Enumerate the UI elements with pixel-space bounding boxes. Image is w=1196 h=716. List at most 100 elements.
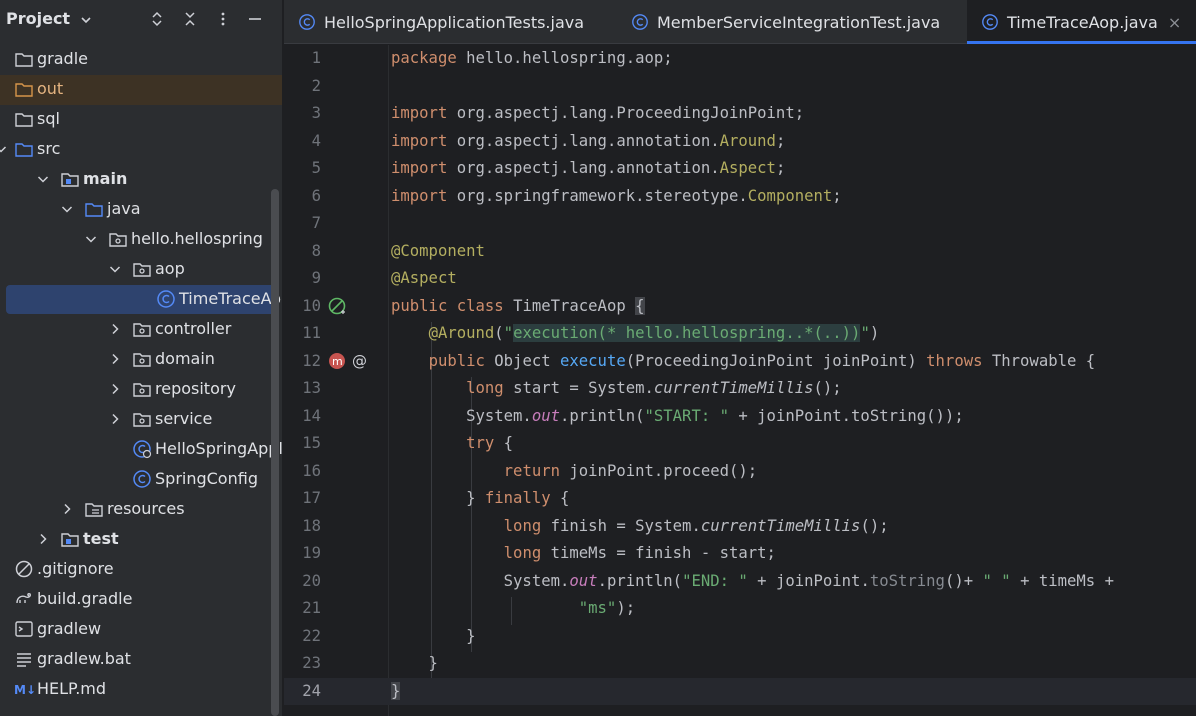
tree-item-sql[interactable]: sql (0, 105, 282, 135)
tree-item-gradle[interactable]: gradle (0, 45, 282, 75)
chevron-down-icon[interactable] (60, 202, 74, 216)
tree-item-controller[interactable]: controller (0, 315, 282, 345)
code-line[interactable]: 18 long finish = System.currentTimeMilli… (284, 513, 1196, 541)
tree-item-resources[interactable]: resources (0, 495, 282, 525)
tree-item-label: test (83, 529, 119, 548)
code-line[interactable]: 21 "ms"); (284, 595, 1196, 623)
code-line[interactable]: 1 package hello.hellospring.aop; (284, 45, 1196, 73)
code-line[interactable]: 10 public class TimeTraceAop { (284, 293, 1196, 321)
code-line[interactable]: 13 long start = System.currentTimeMillis… (284, 375, 1196, 403)
tree-item-main[interactable]: main (0, 165, 282, 195)
code-line[interactable]: 5 import org.aspectj.lang.annotation.Aspe… (284, 155, 1196, 183)
code-line[interactable]: 7 (284, 210, 1196, 238)
code-line[interactable]: 16 return joinPoint.proceed(); (284, 458, 1196, 486)
method-icon[interactable]: m (327, 351, 347, 371)
class-icon (157, 290, 175, 308)
tree-item-test[interactable]: test (0, 525, 282, 555)
tree-item-domain[interactable]: domain (0, 345, 282, 375)
code-token: ) (869, 324, 880, 342)
chevron-right-icon[interactable] (108, 412, 122, 426)
code-line[interactable]: 20 System.out.println("END: " + joinPoin… (284, 568, 1196, 596)
tree-item-label: resources (107, 499, 185, 518)
tree-item-help-md[interactable]: M↓ HELP.md (0, 675, 282, 705)
resources-folder-icon (85, 503, 103, 517)
code-text: System.out.println("START: " + joinPoint… (391, 407, 964, 425)
tree-item-src[interactable]: src (0, 135, 282, 165)
line-number: 14 (302, 406, 321, 425)
tree-item-service[interactable]: service (0, 405, 282, 435)
code-token: public class (391, 296, 514, 315)
code-token: } (391, 489, 485, 507)
code-line[interactable]: 11 @Around("execution(* hello.hellosprin… (284, 320, 1196, 348)
class-icon (299, 14, 315, 30)
project-view-selector[interactable]: Project (6, 9, 92, 28)
code-line[interactable]: 8 @Component (284, 238, 1196, 266)
close-tab-icon[interactable]: × (1168, 13, 1181, 32)
code-line[interactable]: 9 @Aspect (284, 265, 1196, 293)
code-line[interactable]: 6 import org.springframework.stereotype.C… (284, 183, 1196, 211)
tree-item-build-gradle[interactable]: build.gradle (0, 585, 282, 615)
tree-item-gradlew[interactable]: gradlew (0, 615, 282, 645)
code-line[interactable]: 17 } finally { (284, 485, 1196, 513)
code-token: Around (719, 131, 776, 150)
code-text: } (391, 681, 401, 700)
terminal-file-icon (15, 621, 33, 637)
code-line[interactable]: 19 long timeMs = finish - start; (284, 540, 1196, 568)
code-line[interactable]: 3 import org.aspectj.lang.ProceedingJoinP… (284, 100, 1196, 128)
code-text: import org.aspectj.lang.ProceedingJoinPo… (391, 104, 804, 122)
code-line[interactable]: 23 } (284, 650, 1196, 678)
code-token: import (391, 186, 448, 205)
chevron-down-icon[interactable] (36, 172, 50, 186)
class-icon (982, 14, 998, 30)
code-line[interactable]: 15 try { (284, 430, 1196, 458)
tree-item-label: .gitignore (37, 559, 114, 578)
editor-tab-bar: HelloSpringApplicationTests.java MemberSe… (284, 0, 1196, 44)
hide-panel-icon[interactable] (244, 8, 266, 30)
tree-item-label: build.gradle (37, 589, 133, 608)
chevron-right-icon[interactable] (36, 532, 50, 546)
chevron-down-icon[interactable] (84, 232, 98, 246)
chevron-right-icon[interactable] (108, 382, 122, 396)
package-icon (133, 263, 151, 277)
tab-timetraceaop-java[interactable]: TimeTraceAop.java × (967, 0, 1196, 44)
tree-item-springconfig[interactable]: SpringConfig (0, 465, 282, 495)
code-token: try (466, 434, 504, 452)
code-token: public (428, 351, 495, 370)
tree-item-hellospringapplicat[interactable]: HelloSpringApplicat (0, 435, 282, 465)
code-token: "ms" (578, 599, 617, 617)
folder-icon-blue (85, 203, 103, 217)
project-tree-scrollbar[interactable] (271, 189, 279, 716)
tree-item-java[interactable]: java (0, 195, 282, 225)
code-token: package (391, 49, 457, 67)
line-number: 18 (302, 516, 321, 535)
tree-item-timetraceaop[interactable]: TimeTraceAop (0, 285, 282, 315)
advice-at-icon[interactable]: @ (350, 351, 370, 371)
chevron-down-icon[interactable] (0, 142, 8, 156)
spring-bean-icon[interactable] (327, 296, 347, 316)
code-line[interactable]: 14 System.out.println("START: " + joinPo… (284, 403, 1196, 431)
tab-hellospringapplicationtests-java[interactable]: HelloSpringApplicationTests.java (284, 0, 602, 44)
chevron-right-icon[interactable] (108, 352, 122, 366)
tab-memberserviceintegrationtest-java[interactable]: MemberServiceIntegrationTest.java (617, 0, 962, 44)
chevron-right-icon[interactable] (60, 502, 74, 516)
text-file-icon (17, 653, 31, 667)
collapse-all-icon[interactable] (179, 8, 201, 30)
options-menu-icon[interactable] (212, 8, 234, 30)
chevron-right-icon[interactable] (108, 322, 122, 336)
code-line[interactable]: 24} (284, 677, 1196, 705)
code-line[interactable]: 12 m @ public Object execute(ProceedingJoi… (284, 348, 1196, 376)
code-line[interactable]: 22 } (284, 623, 1196, 651)
line-number: 12 (302, 351, 321, 370)
code-line[interactable]: 2 (284, 73, 1196, 101)
code-line[interactable]: 4 import org.aspectj.lang.annotation.Arou… (284, 128, 1196, 156)
tree-item-aop[interactable]: aop (0, 255, 282, 285)
tree-item-out[interactable]: out (0, 75, 282, 105)
tree-item--gitignore[interactable]: .gitignore (0, 555, 282, 585)
tree-item-repository[interactable]: repository (0, 375, 282, 405)
project-panel-title: Project (6, 9, 71, 28)
tree-item-hello-hellospring[interactable]: hello.hellospring (0, 225, 282, 255)
code-editor[interactable]: 1 package hello.hellospring.aop; 2 3 import … (284, 45, 1196, 716)
chevron-down-icon[interactable] (108, 262, 122, 276)
expand-all-icon[interactable] (146, 8, 168, 30)
tree-item-gradlew-bat[interactable]: gradlew.bat (0, 645, 282, 675)
